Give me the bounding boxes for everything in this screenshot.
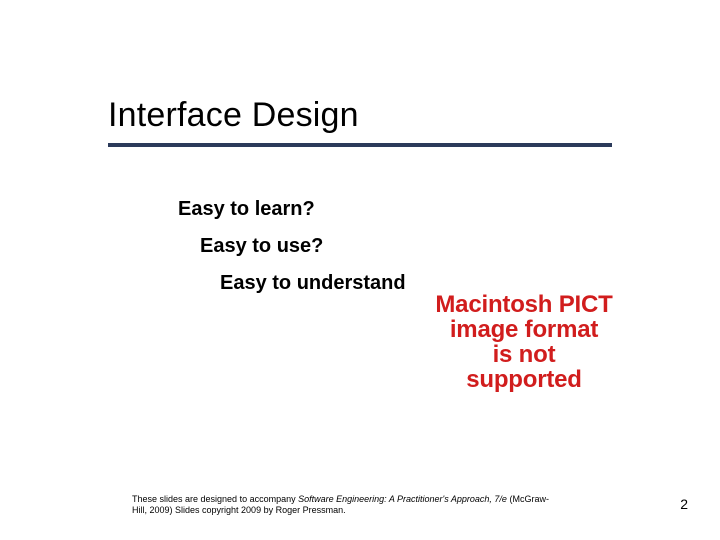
body-text: Easy to learn? Easy to use? Easy to unde… xyxy=(178,198,406,295)
pict-placeholder-line-1: Macintosh PICT xyxy=(435,292,612,317)
attribution-before: These slides are designed to accompany xyxy=(132,494,298,504)
bullet-line-1: Easy to learn? xyxy=(178,198,406,221)
bullet-line-2: Easy to use? xyxy=(200,235,406,258)
slide: Interface Design Easy to learn? Easy to … xyxy=(0,0,720,540)
attribution-text: These slides are designed to accompany S… xyxy=(132,494,562,516)
bullet-line-3: Easy to understand xyxy=(220,272,406,295)
slide-title: Interface Design xyxy=(108,96,612,141)
pict-placeholder-line-3: is not supported xyxy=(432,342,616,392)
pict-image-placeholder: Macintosh PICT image format is not suppo… xyxy=(432,276,616,408)
pict-placeholder-line-2: image format xyxy=(450,317,598,342)
title-block: Interface Design xyxy=(108,96,612,147)
page-number: 2 xyxy=(680,496,688,512)
footer-attribution: These slides are designed to accompany S… xyxy=(132,494,650,516)
attribution-book-title: Software Engineering: A Practitioner's A… xyxy=(298,494,507,504)
title-underline xyxy=(108,143,612,147)
